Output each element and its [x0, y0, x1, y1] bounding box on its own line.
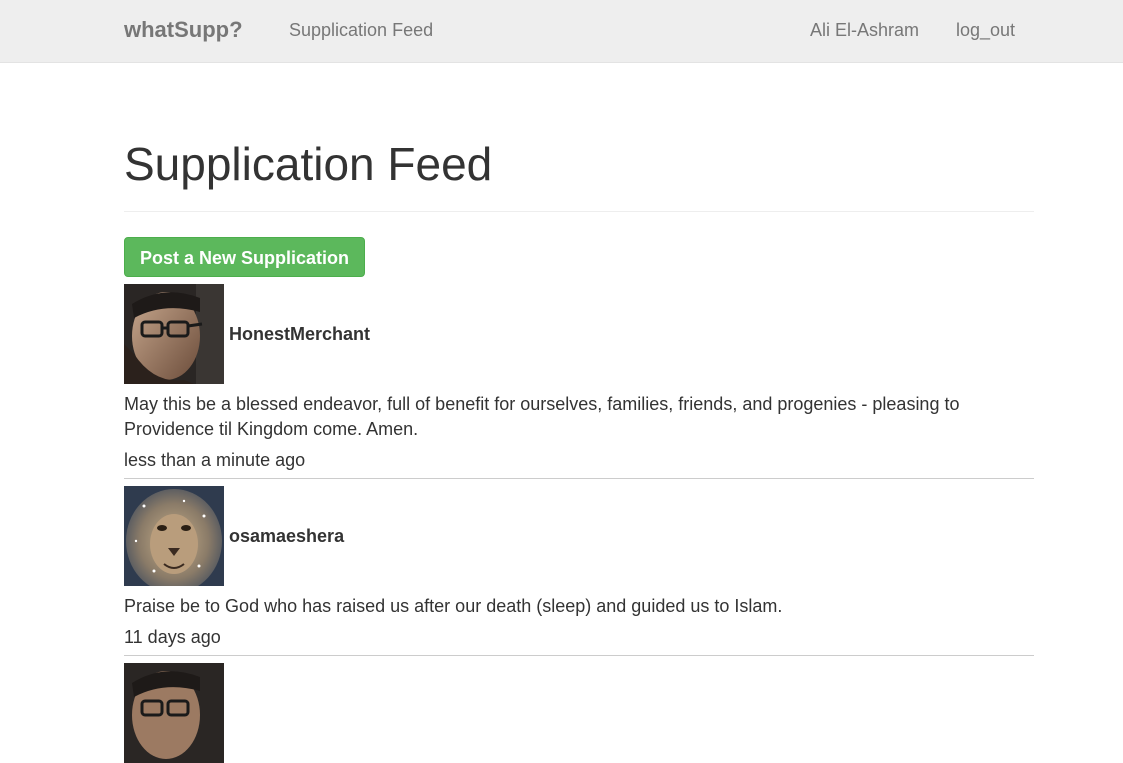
feed-post: HonestMerchant May this be a blessed end…: [124, 284, 1034, 479]
post-header: [124, 663, 1034, 763]
post-timestamp: less than a minute ago: [124, 450, 306, 470]
page-title: Supplication Feed: [124, 138, 493, 190]
post-new-supplication-button[interactable]: Post a New Supplication: [124, 237, 366, 277]
nav-supplication-feed[interactable]: Supplication Feed: [289, 20, 433, 41]
nav-user-profile[interactable]: Ali El-Ashram: [810, 20, 919, 41]
main-content: Supplication Feed Post a New Supplicatio…: [124, 62, 1034, 763]
top-navbar: whatSupp? Supplication Feed Ali El-Ashra…: [0, 0, 1123, 63]
post-timestamp: 11 days ago: [124, 627, 221, 647]
post-header: HonestMerchant: [124, 284, 1034, 384]
post-text: Praise be to God who has raised us after…: [124, 596, 783, 616]
brand-link[interactable]: whatSupp?: [124, 17, 243, 43]
post-username[interactable]: HonestMerchant: [229, 324, 370, 345]
avatar-lion-face[interactable]: [124, 486, 224, 586]
feed-post: [124, 663, 1034, 763]
post-header: osamaeshera: [124, 486, 1034, 586]
post-text: May this be a blessed endeavor, full of …: [124, 394, 960, 439]
title-divider: [124, 211, 1034, 212]
post-username[interactable]: osamaeshera: [229, 526, 344, 547]
avatar-man-with-glasses[interactable]: [124, 663, 224, 763]
logout-link[interactable]: log_out: [956, 20, 1015, 41]
avatar-man-with-glasses[interactable]: [124, 284, 224, 384]
feed-post: osamaeshera Praise be to God who has rai…: [124, 486, 1034, 656]
